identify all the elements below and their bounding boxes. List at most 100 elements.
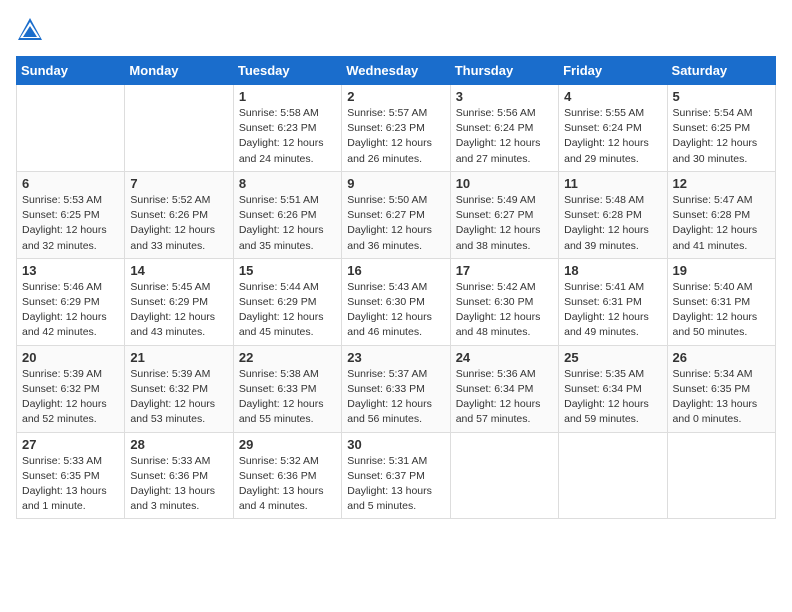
calendar-cell bbox=[17, 85, 125, 172]
weekday-header-wednesday: Wednesday bbox=[342, 57, 450, 85]
day-detail: Sunrise: 5:31 AM Sunset: 6:37 PM Dayligh… bbox=[347, 454, 444, 515]
day-number: 11 bbox=[564, 176, 661, 191]
weekday-header-tuesday: Tuesday bbox=[233, 57, 341, 85]
day-detail: Sunrise: 5:55 AM Sunset: 6:24 PM Dayligh… bbox=[564, 106, 661, 167]
calendar-cell bbox=[667, 432, 775, 519]
day-number: 28 bbox=[130, 437, 227, 452]
day-detail: Sunrise: 5:33 AM Sunset: 6:36 PM Dayligh… bbox=[130, 454, 227, 515]
calendar-cell: 26 Sunrise: 5:34 AM Sunset: 6:35 PM Dayli… bbox=[667, 345, 775, 432]
calendar-cell: 4Sunrise: 5:55 AM Sunset: 6:24 PM Daylig… bbox=[559, 85, 667, 172]
calendar-cell: 14 Sunrise: 5:45 AM Sunset: 6:29 PM Dayli… bbox=[125, 258, 233, 345]
day-detail: Sunrise: 5:45 AM Sunset: 6:29 PM Dayligh… bbox=[130, 280, 227, 341]
calendar-cell: 7 Sunrise: 5:52 AM Sunset: 6:26 PM Daylig… bbox=[125, 171, 233, 258]
day-number: 29 bbox=[239, 437, 336, 452]
calendar-cell: 1 Sunrise: 5:58 AM Sunset: 6:23 PM Daylig… bbox=[233, 85, 341, 172]
day-detail: Sunrise: 5:37 AM Sunset: 6:33 PM Dayligh… bbox=[347, 367, 444, 428]
calendar-cell: 27 Sunrise: 5:33 AM Sunset: 6:35 PM Dayli… bbox=[17, 432, 125, 519]
day-number: 12 bbox=[673, 176, 770, 191]
calendar-week-2: 6 Sunrise: 5:53 AM Sunset: 6:25 PM Daylig… bbox=[17, 171, 776, 258]
calendar-cell: 17 Sunrise: 5:42 AM Sunset: 6:30 PM Dayli… bbox=[450, 258, 558, 345]
calendar-cell: 11 Sunrise: 5:48 AM Sunset: 6:28 PM Dayli… bbox=[559, 171, 667, 258]
day-number: 18 bbox=[564, 263, 661, 278]
calendar-cell bbox=[559, 432, 667, 519]
logo bbox=[16, 16, 48, 44]
weekday-header-friday: Friday bbox=[559, 57, 667, 85]
calendar-cell: 5 Sunrise: 5:54 AM Sunset: 6:25 PM Daylig… bbox=[667, 85, 775, 172]
calendar-cell: 15 Sunrise: 5:44 AM Sunset: 6:29 PM Dayli… bbox=[233, 258, 341, 345]
day-number: 24 bbox=[456, 350, 553, 365]
calendar-cell: 18 Sunrise: 5:41 AM Sunset: 6:31 PM Dayli… bbox=[559, 258, 667, 345]
calendar-cell: 13 Sunrise: 5:46 AM Sunset: 6:29 PM Dayli… bbox=[17, 258, 125, 345]
calendar-cell: 8 Sunrise: 5:51 AM Sunset: 6:26 PM Daylig… bbox=[233, 171, 341, 258]
day-detail: Sunrise: 5:42 AM Sunset: 6:30 PM Dayligh… bbox=[456, 280, 553, 341]
day-number: 15 bbox=[239, 263, 336, 278]
day-number: 21 bbox=[130, 350, 227, 365]
calendar-week-3: 13 Sunrise: 5:46 AM Sunset: 6:29 PM Dayli… bbox=[17, 258, 776, 345]
day-number: 6 bbox=[22, 176, 119, 191]
calendar-week-4: 20 Sunrise: 5:39 AM Sunset: 6:32 PM Dayli… bbox=[17, 345, 776, 432]
calendar-cell: 22 Sunrise: 5:38 AM Sunset: 6:33 PM Dayli… bbox=[233, 345, 341, 432]
calendar-cell: 25 Sunrise: 5:35 AM Sunset: 6:34 PM Dayli… bbox=[559, 345, 667, 432]
day-detail: Sunrise: 5:39 AM Sunset: 6:32 PM Dayligh… bbox=[22, 367, 119, 428]
day-detail: Sunrise: 5:44 AM Sunset: 6:29 PM Dayligh… bbox=[239, 280, 336, 341]
day-detail: Sunrise: 5:50 AM Sunset: 6:27 PM Dayligh… bbox=[347, 193, 444, 254]
day-number: 19 bbox=[673, 263, 770, 278]
day-detail: Sunrise: 5:53 AM Sunset: 6:25 PM Dayligh… bbox=[22, 193, 119, 254]
day-detail: Sunrise: 5:47 AM Sunset: 6:28 PM Dayligh… bbox=[673, 193, 770, 254]
page-header bbox=[16, 16, 776, 44]
day-detail: Sunrise: 5:58 AM Sunset: 6:23 PM Dayligh… bbox=[239, 106, 336, 167]
day-detail: Sunrise: 5:38 AM Sunset: 6:33 PM Dayligh… bbox=[239, 367, 336, 428]
weekday-header-thursday: Thursday bbox=[450, 57, 558, 85]
day-detail: Sunrise: 5:40 AM Sunset: 6:31 PM Dayligh… bbox=[673, 280, 770, 341]
logo-icon bbox=[16, 16, 44, 44]
day-number: 16 bbox=[347, 263, 444, 278]
day-detail: Sunrise: 5:48 AM Sunset: 6:28 PM Dayligh… bbox=[564, 193, 661, 254]
day-detail: Sunrise: 5:41 AM Sunset: 6:31 PM Dayligh… bbox=[564, 280, 661, 341]
day-number: 2 bbox=[347, 89, 444, 104]
day-number: 1 bbox=[239, 89, 336, 104]
day-detail: Sunrise: 5:39 AM Sunset: 6:32 PM Dayligh… bbox=[130, 367, 227, 428]
day-detail: Sunrise: 5:36 AM Sunset: 6:34 PM Dayligh… bbox=[456, 367, 553, 428]
day-detail: Sunrise: 5:35 AM Sunset: 6:34 PM Dayligh… bbox=[564, 367, 661, 428]
calendar-cell: 20 Sunrise: 5:39 AM Sunset: 6:32 PM Dayli… bbox=[17, 345, 125, 432]
day-detail: Sunrise: 5:56 AM Sunset: 6:24 PM Dayligh… bbox=[456, 106, 553, 167]
day-detail: Sunrise: 5:46 AM Sunset: 6:29 PM Dayligh… bbox=[22, 280, 119, 341]
day-detail: Sunrise: 5:51 AM Sunset: 6:26 PM Dayligh… bbox=[239, 193, 336, 254]
day-detail: Sunrise: 5:54 AM Sunset: 6:25 PM Dayligh… bbox=[673, 106, 770, 167]
day-number: 22 bbox=[239, 350, 336, 365]
day-number: 5 bbox=[673, 89, 770, 104]
day-number: 17 bbox=[456, 263, 553, 278]
day-detail: Sunrise: 5:57 AM Sunset: 6:23 PM Dayligh… bbox=[347, 106, 444, 167]
day-number: 7 bbox=[130, 176, 227, 191]
day-detail: Sunrise: 5:52 AM Sunset: 6:26 PM Dayligh… bbox=[130, 193, 227, 254]
calendar-cell: 2 Sunrise: 5:57 AM Sunset: 6:23 PM Daylig… bbox=[342, 85, 450, 172]
day-number: 14 bbox=[130, 263, 227, 278]
day-number: 30 bbox=[347, 437, 444, 452]
day-number: 25 bbox=[564, 350, 661, 365]
day-detail: Sunrise: 5:49 AM Sunset: 6:27 PM Dayligh… bbox=[456, 193, 553, 254]
weekday-header-saturday: Saturday bbox=[667, 57, 775, 85]
calendar-cell: 23 Sunrise: 5:37 AM Sunset: 6:33 PM Dayli… bbox=[342, 345, 450, 432]
day-number: 8 bbox=[239, 176, 336, 191]
day-number: 26 bbox=[673, 350, 770, 365]
day-detail: Sunrise: 5:43 AM Sunset: 6:30 PM Dayligh… bbox=[347, 280, 444, 341]
day-number: 20 bbox=[22, 350, 119, 365]
day-number: 13 bbox=[22, 263, 119, 278]
calendar-cell: 3Sunrise: 5:56 AM Sunset: 6:24 PM Daylig… bbox=[450, 85, 558, 172]
day-number: 23 bbox=[347, 350, 444, 365]
calendar-cell: 24 Sunrise: 5:36 AM Sunset: 6:34 PM Dayli… bbox=[450, 345, 558, 432]
calendar-cell bbox=[450, 432, 558, 519]
calendar-cell: 6 Sunrise: 5:53 AM Sunset: 6:25 PM Daylig… bbox=[17, 171, 125, 258]
calendar-week-1: 1 Sunrise: 5:58 AM Sunset: 6:23 PM Daylig… bbox=[17, 85, 776, 172]
calendar-cell bbox=[125, 85, 233, 172]
calendar-cell: 10Sunrise: 5:49 AM Sunset: 6:27 PM Dayli… bbox=[450, 171, 558, 258]
calendar-table: SundayMondayTuesdayWednesdayThursdayFrid… bbox=[16, 56, 776, 519]
day-number: 27 bbox=[22, 437, 119, 452]
day-detail: Sunrise: 5:33 AM Sunset: 6:35 PM Dayligh… bbox=[22, 454, 119, 515]
calendar-cell: 9Sunrise: 5:50 AM Sunset: 6:27 PM Daylig… bbox=[342, 171, 450, 258]
calendar-week-5: 27 Sunrise: 5:33 AM Sunset: 6:35 PM Dayli… bbox=[17, 432, 776, 519]
calendar-cell: 21 Sunrise: 5:39 AM Sunset: 6:32 PM Dayli… bbox=[125, 345, 233, 432]
day-detail: Sunrise: 5:34 AM Sunset: 6:35 PM Dayligh… bbox=[673, 367, 770, 428]
day-detail: Sunrise: 5:32 AM Sunset: 6:36 PM Dayligh… bbox=[239, 454, 336, 515]
calendar-cell: 16 Sunrise: 5:43 AM Sunset: 6:30 PM Dayli… bbox=[342, 258, 450, 345]
